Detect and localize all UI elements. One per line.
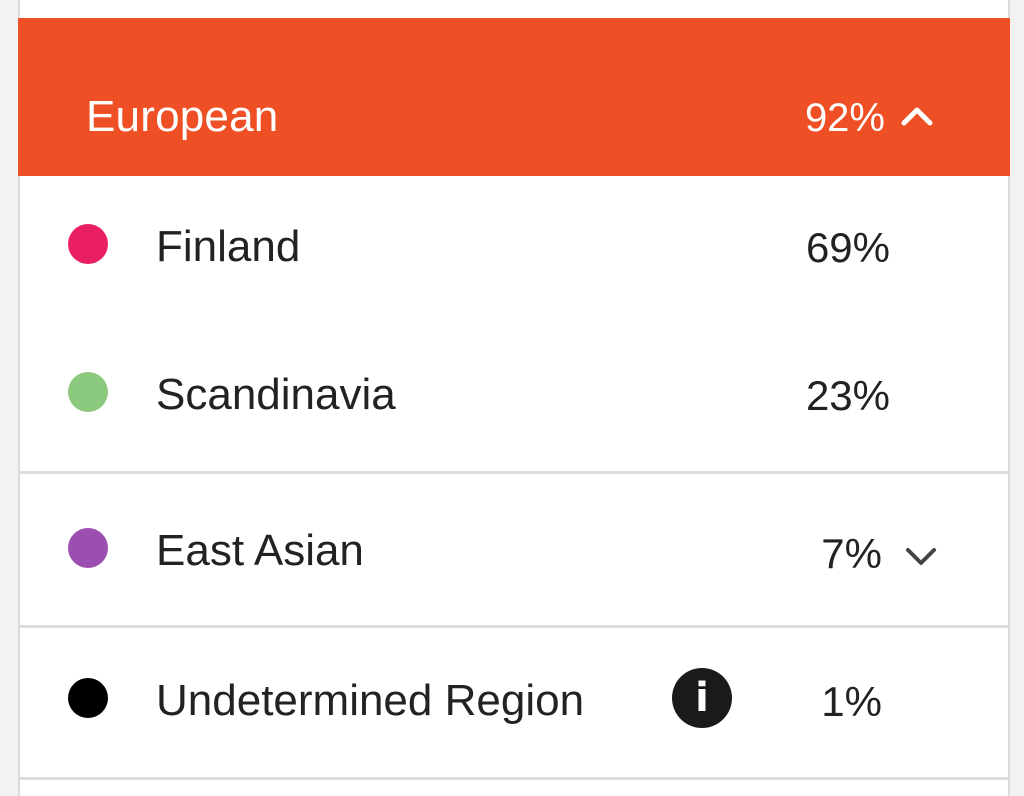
undetermined-label: Undetermined Region bbox=[156, 676, 585, 725]
undetermined-color-dot bbox=[68, 678, 108, 718]
east-asian-label: East Asian bbox=[156, 526, 364, 575]
list-item-finland: Finland 69% bbox=[20, 176, 1008, 326]
undetermined-region-row: Undetermined Region i 1% bbox=[20, 628, 1008, 780]
european-header[interactable]: European 92% bbox=[18, 18, 1010, 176]
undetermined-percent: 1% bbox=[821, 678, 882, 725]
card-top-strip bbox=[20, 0, 1008, 18]
scandinavia-color-dot bbox=[68, 372, 108, 412]
chevron-up-icon[interactable] bbox=[900, 105, 934, 127]
european-percent: 92% bbox=[804, 96, 885, 140]
european-label: European bbox=[86, 92, 279, 141]
finland-color-dot bbox=[68, 224, 108, 264]
ancestry-breakdown-card: European 92% Finland 69% Scandinavia 23%… bbox=[18, 0, 1010, 796]
list-item-scandinavia: Scandinavia 23% bbox=[20, 326, 1008, 474]
east-asian-color-dot bbox=[68, 528, 108, 568]
finland-label: Finland bbox=[156, 222, 301, 271]
chevron-down-icon[interactable] bbox=[904, 546, 938, 568]
info-icon[interactable]: i bbox=[672, 668, 732, 728]
east-asian-row[interactable]: East Asian 7% bbox=[20, 474, 1008, 628]
scandinavia-percent: 23% bbox=[805, 372, 890, 419]
east-asian-percent: 7% bbox=[821, 530, 882, 577]
scandinavia-label: Scandinavia bbox=[156, 370, 396, 419]
finland-percent: 69% bbox=[805, 224, 890, 271]
